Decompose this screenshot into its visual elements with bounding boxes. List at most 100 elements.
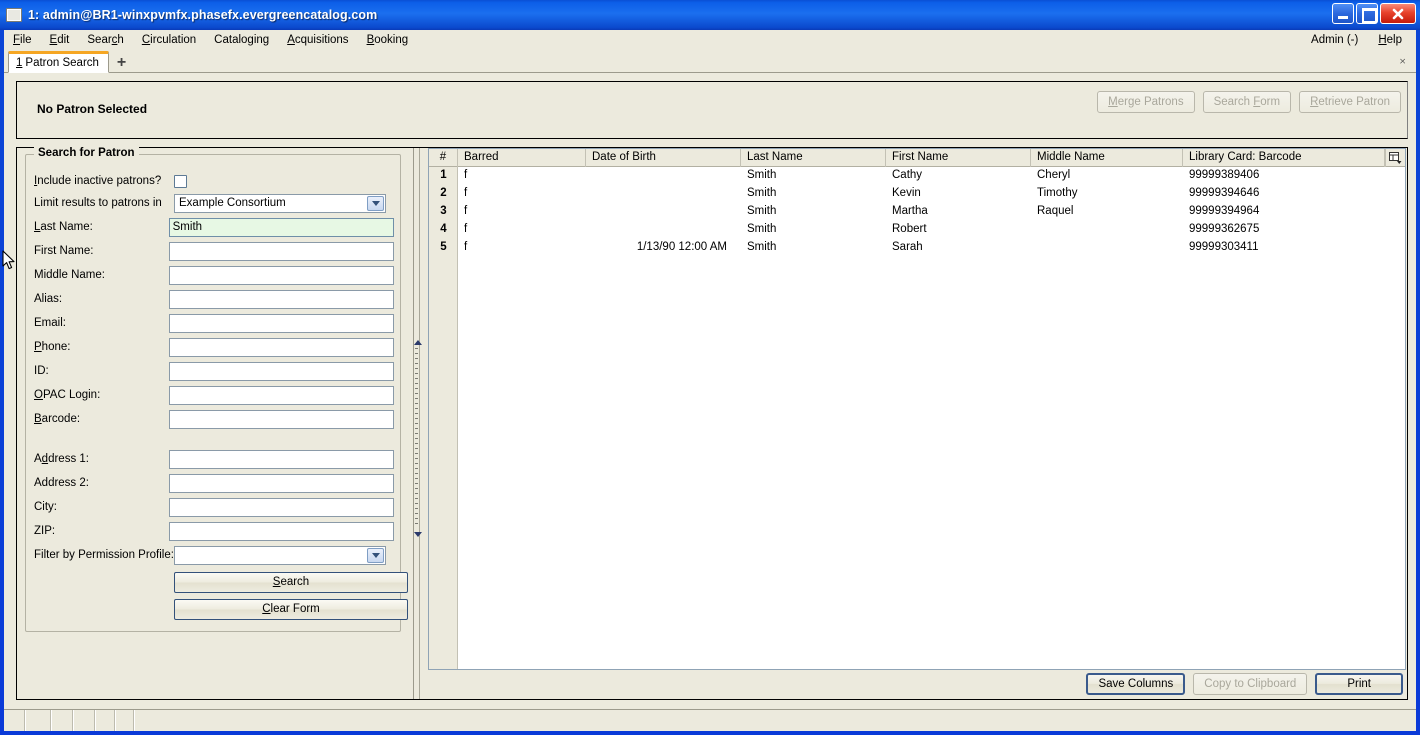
- patron-action-buttons: Merge Patrons Search Form Retrieve Patro…: [1097, 91, 1401, 113]
- menu-admin[interactable]: Admin (-): [1301, 31, 1368, 49]
- include-inactive-checkbox[interactable]: [174, 174, 187, 188]
- barcode-input[interactable]: [168, 409, 394, 429]
- table-row[interactable]: 1 f Smith Cathy Cheryl 99999389406: [429, 167, 1405, 185]
- first-name-input[interactable]: [168, 241, 394, 261]
- cell-library-card-barcode: 99999303411: [1189, 241, 1259, 253]
- menu-booking[interactable]: Booking: [358, 31, 418, 49]
- chevron-down-icon: [367, 195, 384, 211]
- application-window: 1: admin@BR1-winxpvmfx.phasefx.evergreen…: [0, 0, 1420, 735]
- menu-edit[interactable]: Edit: [41, 31, 79, 49]
- cell-date-of-birth: [586, 167, 741, 185]
- cell-number: 1: [440, 169, 447, 181]
- table-row[interactable]: 4 f Smith Robert 99999362675: [429, 221, 1405, 239]
- cell-barred: f: [464, 187, 468, 199]
- opac-login-input[interactable]: [168, 385, 394, 405]
- close-tab-button[interactable]: ×: [1399, 54, 1406, 69]
- maximize-button[interactable]: [1356, 3, 1378, 24]
- field-include-inactive: Include inactive patrons?: [34, 171, 394, 191]
- close-button[interactable]: [1380, 3, 1416, 24]
- column-header-first-name[interactable]: First Name: [886, 149, 1031, 167]
- column-picker-icon[interactable]: [1384, 149, 1405, 167]
- alias-input[interactable]: [168, 289, 394, 309]
- tab-patron-search[interactable]: 1 Patron Search: [8, 51, 109, 73]
- middle-name-label: Middle Name:: [34, 269, 105, 281]
- id-input[interactable]: [168, 361, 394, 381]
- column-header-barred[interactable]: Barred: [458, 149, 586, 167]
- close-icon: [1392, 8, 1404, 19]
- city-input[interactable]: [168, 497, 394, 517]
- limit-results-select[interactable]: Example Consortium: [174, 193, 386, 213]
- splitter-collapse-up-icon[interactable]: [414, 340, 422, 345]
- cell-middle-name: [1031, 221, 1183, 239]
- tab-label: Patron Search: [25, 57, 99, 69]
- id-label: ID:: [34, 365, 49, 377]
- splitter-collapse-down-icon[interactable]: [414, 532, 422, 537]
- barcode-label: Barcode:: [34, 413, 81, 425]
- menu-cataloging[interactable]: Cataloging: [205, 31, 278, 49]
- email-input[interactable]: [168, 313, 394, 333]
- cell-date-of-birth: [586, 221, 741, 239]
- cell-date-of-birth: [586, 185, 741, 203]
- menu-circulation[interactable]: Circulation: [133, 31, 205, 49]
- field-opac-login: OPAC Login:: [34, 385, 394, 405]
- search-form-button[interactable]: Search Form: [1202, 91, 1292, 113]
- merge-patrons-button[interactable]: Merge Patrons: [1097, 91, 1195, 113]
- status-segment: [4, 710, 26, 731]
- table-row[interactable]: 5 f 1/13/90 12:00 AM Smith Sarah 9999930…: [429, 239, 1405, 257]
- splitter-grip[interactable]: [415, 348, 418, 528]
- menu-help[interactable]: Help: [1368, 31, 1412, 49]
- field-middle-name: Middle Name:: [34, 265, 394, 285]
- cell-last-name: Smith: [747, 187, 777, 199]
- column-header-date-of-birth[interactable]: Date of Birth: [586, 149, 741, 167]
- column-header-number[interactable]: #: [429, 149, 458, 167]
- middle-name-input[interactable]: [168, 265, 394, 285]
- copy-to-clipboard-button[interactable]: Copy to Clipboard: [1193, 673, 1308, 695]
- field-barcode: Barcode:: [34, 409, 394, 429]
- menu-search[interactable]: Search: [78, 31, 132, 49]
- window-controls: [1332, 3, 1416, 24]
- cell-library-card-barcode: 99999394646: [1189, 187, 1260, 199]
- cell-first-name: Kevin: [892, 187, 921, 199]
- address-2-input[interactable]: [168, 473, 394, 493]
- patron-summary-bar: No Patron Selected Merge Patrons Search …: [16, 81, 1408, 139]
- status-segment: [74, 710, 96, 731]
- status-segment: [96, 710, 116, 731]
- retrieve-patron-button[interactable]: Retrieve Patron: [1299, 91, 1401, 113]
- city-label: City:: [34, 501, 57, 513]
- column-header-library-card-barcode[interactable]: Library Card: Barcode: [1183, 149, 1386, 167]
- phone-label: Phone:: [34, 341, 71, 353]
- column-header-last-name[interactable]: Last Name: [741, 149, 886, 167]
- field-id: ID:: [34, 361, 394, 381]
- window-icon: [6, 8, 22, 22]
- panel-splitter[interactable]: [410, 147, 428, 700]
- cell-barred: f: [464, 205, 468, 217]
- cell-first-name: Sarah: [892, 241, 923, 253]
- menu-bar: File Edit Search Circulation Cataloging …: [4, 30, 1416, 50]
- menu-acquisitions[interactable]: Acquisitions: [278, 31, 357, 49]
- address-2-label: Address 2:: [34, 477, 89, 489]
- menu-file[interactable]: File: [4, 31, 41, 49]
- print-button[interactable]: Print: [1315, 673, 1403, 695]
- last-name-input[interactable]: [168, 217, 394, 237]
- cell-barred: f: [464, 169, 468, 181]
- search-fieldset: Search for Patron Include inactive patro…: [25, 147, 408, 632]
- clear-form-button[interactable]: Clear Form: [174, 599, 408, 620]
- permission-profile-select[interactable]: [174, 545, 386, 565]
- cell-last-name: Smith: [747, 223, 777, 235]
- phone-input[interactable]: [168, 337, 394, 357]
- new-tab-button[interactable]: +: [117, 55, 126, 71]
- splitter-line-right: [419, 148, 420, 699]
- save-columns-button[interactable]: Save Columns: [1086, 673, 1186, 695]
- minimize-button[interactable]: [1332, 3, 1354, 24]
- mouse-cursor: [2, 250, 16, 274]
- search-button[interactable]: Search: [174, 572, 408, 593]
- cell-library-card-barcode: 99999394964: [1189, 205, 1260, 217]
- zip-input[interactable]: [168, 521, 394, 541]
- table-row[interactable]: 2 f Smith Kevin Timothy 99999394646: [429, 185, 1405, 203]
- column-header-middle-name[interactable]: Middle Name: [1031, 149, 1183, 167]
- patron-status-label: No Patron Selected: [37, 102, 148, 116]
- chevron-down-icon: [367, 547, 384, 563]
- table-row[interactable]: 3 f Smith Martha Raquel 99999394964: [429, 203, 1405, 221]
- address-1-input[interactable]: [168, 449, 394, 469]
- cell-number: 4: [440, 223, 447, 235]
